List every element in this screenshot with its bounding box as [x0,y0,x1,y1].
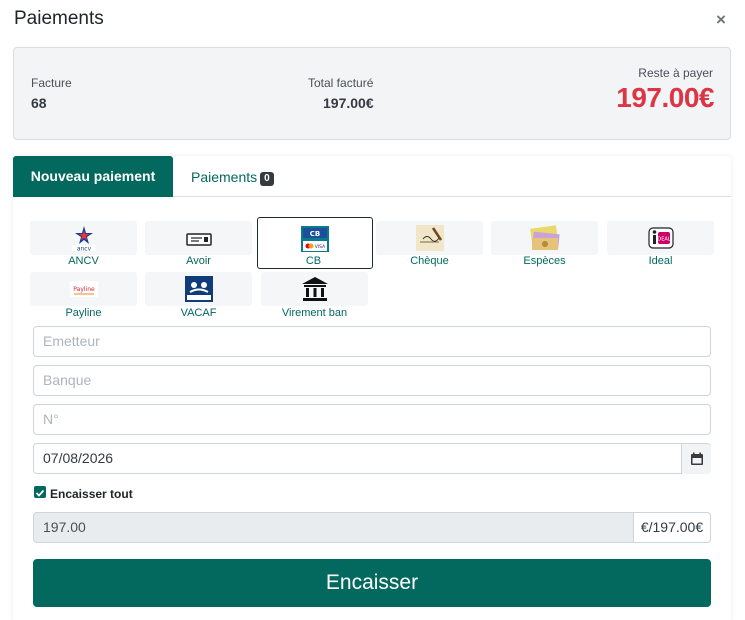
total-label: Total facturé [308,76,374,90]
tab-bar: Nouveau paiement Paiements 0 [13,156,731,197]
ancv-logo-icon: ancv [71,226,96,253]
ticket-icon [185,233,212,246]
vacaf-logo-icon [184,276,213,302]
ideal-logo-icon: DEAL [647,227,674,249]
checkmark-icon [35,489,45,497]
method-label-cheque: Chèque [410,255,449,267]
tab-payments[interactable]: Paiements 0 [191,156,274,197]
total-value: 197.00€ [323,95,374,111]
method-label-especes: Espèces [523,255,566,267]
method-label-cb: CB [305,255,322,267]
modal-title: Paiements [14,8,104,29]
payments-count-badge: 0 [260,172,274,186]
remaining-value: 197.00€ [616,82,714,113]
calendar-icon [691,452,703,465]
method-ancv[interactable]: ancv [30,221,137,255]
method-label-vacaf: VACAF [180,307,217,319]
bank-icon [301,277,328,301]
number-field[interactable]: N° [33,404,711,435]
method-label-virement: Virement ban [281,307,348,319]
remaining-label: Reste à payer [638,66,713,80]
payline-logo-icon: Payline [69,281,98,297]
collect-all-label: Encaisser tout [50,487,133,501]
cb-card-icon: CB VISA [301,226,329,252]
amount-suffix: €/197.00€ [633,512,711,543]
date-field[interactable]: 07/08/2026 [33,443,711,474]
cheque-icon [415,225,444,251]
svg-text:ancv: ancv [76,246,91,253]
collect-all-checkbox[interactable] [34,486,46,498]
svg-text:VISA: VISA [315,244,326,250]
invoice-number: 68 [31,95,47,111]
calendar-button[interactable] [681,444,711,474]
invoice-label: Facture [31,76,72,90]
svg-text:Payline: Payline [73,286,95,293]
tab-payments-label: Paiements [191,169,258,185]
method-especes[interactable] [491,221,598,255]
banknotes-icon [529,225,560,250]
svg-text:DEAL: DEAL [657,237,670,243]
method-cheque[interactable] [376,221,483,255]
amount-field[interactable]: 197.00 [33,512,633,543]
method-payline[interactable]: Payline [30,272,137,306]
method-vacaf[interactable] [145,272,252,306]
method-ideal[interactable]: DEAL [607,221,714,255]
issuer-field[interactable]: Emetteur [33,326,711,357]
collect-button[interactable]: Encaisser [33,559,711,607]
svg-text:CB: CB [310,230,320,238]
method-label-ancv: ANCV [68,255,99,267]
method-label-ideal: Ideal [648,255,673,267]
tab-new-payment[interactable]: Nouveau paiement [13,156,173,197]
method-label-avoir: Avoir [186,255,211,267]
method-virement[interactable] [261,272,368,306]
payment-summary: Facture 68 Total facturé 197.00€ Reste à… [13,47,731,140]
bank-field[interactable]: Banque [33,365,711,396]
method-avoir[interactable] [145,221,252,255]
close-icon[interactable]: × [716,10,726,30]
method-label-payline: Payline [65,307,102,319]
